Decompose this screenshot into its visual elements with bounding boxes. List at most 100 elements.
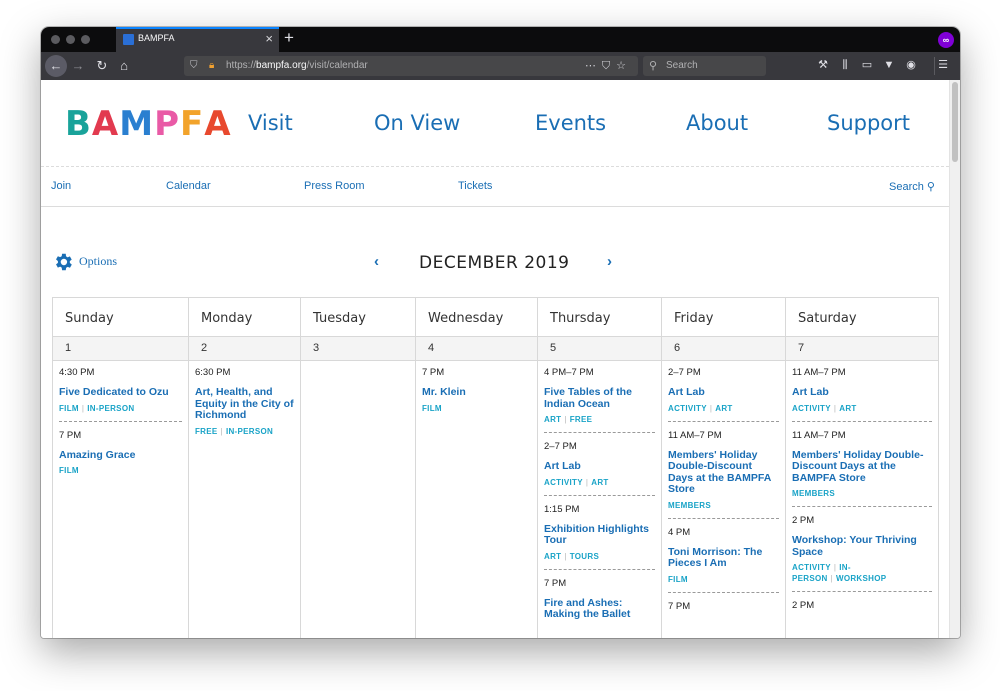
day-header: Tuesday (301, 298, 415, 337)
event-time: 2 PM (792, 600, 815, 611)
page-scrollbar[interactable] (949, 80, 960, 638)
event-tags: ACTIVITY | ART (668, 403, 779, 414)
sidebar-icon[interactable]: ▭ (856, 58, 878, 71)
search-placeholder: Search (666, 60, 698, 71)
event-title-link[interactable]: Members' Holiday Double-Discount Days at… (668, 449, 779, 496)
extension-icon[interactable]: ▼ (878, 59, 900, 71)
minimize-window-button[interactable] (66, 35, 75, 44)
event-tag-link[interactable]: IN-PERSON (226, 427, 273, 436)
forward-button[interactable]: → (71, 57, 85, 75)
event-item[interactable]: 4 PM Toni Morrison: The Pieces I Am FILM (668, 527, 779, 593)
event-title-link[interactable]: Art Lab (544, 460, 655, 473)
private-browsing-icon: ∞ (938, 32, 954, 48)
event-tags: MEMBERS (792, 488, 932, 499)
event-tag-link[interactable]: ART (544, 552, 561, 561)
prev-month-button[interactable]: ‹ (374, 252, 379, 272)
event-item[interactable]: 4:30 PM Five Dedicated to Ozu FILM | IN-PERS… (59, 367, 182, 422)
tracking-protection-shield-icon[interactable]: ⛉ (190, 58, 198, 74)
tools-wrench-icon[interactable]: ⚒ (812, 58, 834, 71)
pocket-icon: ⛉ (601, 60, 617, 72)
event-title-link[interactable]: Mr. Klein (422, 386, 531, 399)
main-nav-support[interactable]: Support (827, 110, 910, 136)
event-tag-link[interactable]: ART (715, 404, 732, 413)
day-date: 2 (189, 337, 300, 361)
url-text[interactable]: https://bampfa.org/visit/calendar (226, 60, 368, 71)
scrollbar-thumb[interactable] (952, 82, 958, 162)
event-tag-link[interactable]: ACTIVITY (668, 404, 707, 413)
event-tag-link[interactable]: FREE (195, 427, 218, 436)
event-tag-link[interactable]: ACTIVITY (792, 563, 831, 572)
home-icon[interactable]: ⌂ (117, 57, 131, 75)
event-item[interactable]: 2 PM (792, 600, 932, 627)
event-item[interactable]: 11 AM–7 PM Art Lab ACTIVITY | ART (792, 367, 932, 422)
page-actions[interactable]: ⋯⛉☆ (585, 58, 632, 74)
event-tag-link[interactable]: WORKSHOP (836, 574, 886, 583)
event-title-link[interactable]: Art Lab (668, 386, 779, 399)
day-date: 3 (301, 337, 415, 361)
event-item[interactable]: 2 PM Workshop: Your Thriving Space ACTIVIT… (792, 515, 932, 592)
event-title-link[interactable]: Fire and Ashes: Making the Ballet (544, 597, 655, 621)
event-tag-link[interactable]: FILM (59, 404, 79, 413)
event-item[interactable]: 4 PM–7 PM Five Tables of the Indian Ocean… (544, 367, 655, 433)
event-title-link[interactable]: Members' Holiday Double-Discount Days at… (792, 449, 932, 485)
event-title-link[interactable]: Amazing Grace (59, 449, 182, 462)
lock-warning-icon[interactable]: 🔒︎ (209, 58, 214, 74)
sub-nav-press-room[interactable]: Press Room (304, 180, 365, 192)
event-title-link[interactable]: Five Dedicated to Ozu (59, 386, 182, 399)
event-item[interactable]: 7 PM Fire and Ashes: Making the Ballet (544, 578, 655, 632)
event-title-link[interactable]: Five Tables of the Indian Ocean (544, 386, 655, 410)
event-title-link[interactable]: Workshop: Your Thriving Space (792, 534, 932, 558)
site-search-link[interactable]: Search ⚲ (889, 180, 935, 193)
account-icon[interactable]: ◉ (900, 58, 922, 71)
event-tag-link[interactable]: FILM (59, 466, 79, 475)
back-button[interactable]: ← (45, 55, 67, 77)
main-nav-about[interactable]: About (686, 110, 748, 136)
month-title: DECEMBER 2019 (419, 253, 570, 273)
event-item[interactable]: 7 PM Amazing Grace FILM (59, 430, 182, 484)
day-date: 5 (538, 337, 661, 361)
event-item[interactable]: 6:30 PM Art, Health, and Equity in the Ci… (195, 367, 294, 444)
url-bar[interactable]: ⛉ 🔒︎ https://bampfa.org/visit/calendar ⋯… (184, 56, 638, 76)
event-tag-link[interactable]: IN-PERSON (87, 404, 134, 413)
event-title-link[interactable]: Toni Morrison: The Pieces I Am (668, 546, 779, 570)
event-tag-link[interactable]: ACTIVITY (792, 404, 831, 413)
event-tag-link[interactable]: ART (544, 415, 561, 424)
next-month-button[interactable]: › (607, 252, 612, 272)
reload-button[interactable]: ↻ (95, 57, 109, 75)
event-item[interactable]: 11 AM–7 PM Members' Holiday Double-Discou… (668, 430, 779, 519)
search-bar[interactable]: ⚲ Search (643, 56, 766, 76)
event-item[interactable]: 11 AM–7 PM Members' Holiday Double-Discou… (792, 430, 932, 507)
menu-hamburger-icon[interactable]: ☰ (932, 58, 954, 71)
event-item[interactable]: 1:15 PM Exhibition Highlights Tour ART | TOU… (544, 504, 655, 570)
main-nav-visit[interactable]: Visit (248, 110, 293, 136)
event-item[interactable]: 7 PM Mr. Klein FILM (422, 367, 531, 421)
main-nav-on-view[interactable]: On View (374, 110, 460, 136)
event-title-link[interactable]: Exhibition Highlights Tour (544, 523, 655, 547)
event-title-link[interactable]: Art Lab (792, 386, 932, 399)
event-tag-link[interactable]: ACTIVITY (544, 478, 583, 487)
event-tag-link[interactable]: TOURS (570, 552, 599, 561)
tab-bampfa[interactable]: BAMPFA × (116, 27, 279, 52)
event-tag-link[interactable]: ART (839, 404, 856, 413)
event-tag-link[interactable]: ART (591, 478, 608, 487)
new-tab-button[interactable]: + (284, 28, 294, 48)
sub-nav-join[interactable]: Join (51, 180, 71, 192)
event-tag-link[interactable]: FILM (668, 575, 688, 584)
event-tag-link[interactable]: FREE (570, 415, 593, 424)
bampfa-logo[interactable]: BAMPFA (65, 105, 232, 143)
close-tab-icon[interactable]: × (265, 31, 273, 47)
event-tag-link[interactable]: MEMBERS (792, 489, 835, 498)
event-item[interactable]: 2–7 PM Art Lab ACTIVITY | ART (544, 441, 655, 496)
event-item[interactable]: 7 PM (668, 601, 779, 628)
options-label: Options (79, 254, 118, 268)
main-nav-events[interactable]: Events (535, 110, 606, 136)
zoom-window-button[interactable] (81, 35, 90, 44)
library-icon[interactable]: ⫼ (834, 59, 856, 72)
close-window-button[interactable] (51, 35, 60, 44)
event-tag-link[interactable]: MEMBERS (668, 501, 711, 510)
event-title-link[interactable]: Art, Health, and Equity in the City of R… (195, 386, 294, 422)
event-tag-link[interactable]: FILM (422, 404, 442, 413)
sub-nav-tickets[interactable]: Tickets (458, 180, 492, 192)
event-item[interactable]: 2–7 PM Art Lab ACTIVITY | ART (668, 367, 779, 422)
sub-nav-calendar[interactable]: Calendar (166, 180, 211, 192)
